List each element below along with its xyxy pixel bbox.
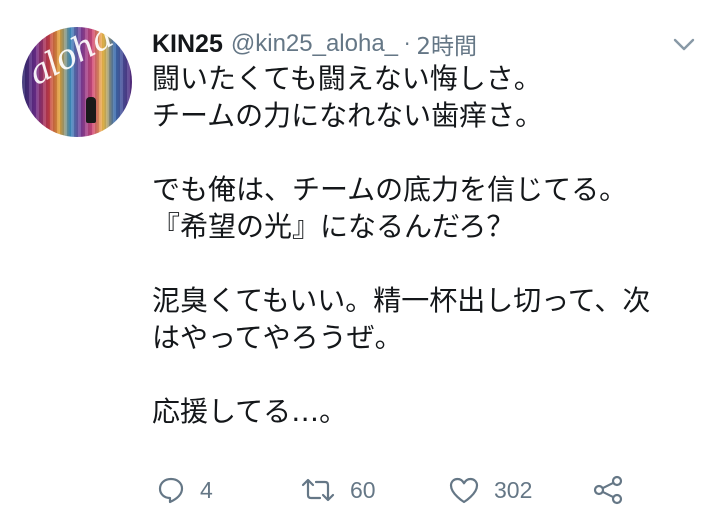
reply-count: 4 <box>200 476 213 503</box>
retweet-icon <box>301 478 335 502</box>
share-icon <box>593 475 623 505</box>
like-button[interactable]: 302 <box>448 470 532 510</box>
heart-icon <box>449 477 479 504</box>
header-separator: · <box>404 32 411 56</box>
avatar[interactable]: aloha <box>22 27 132 137</box>
author-handle[interactable]: @kin25_aloha_ <box>231 30 398 58</box>
tweet-line: 『希望の光』になるんだろ？ <box>152 210 515 243</box>
author-name[interactable]: KIN25 <box>152 30 223 59</box>
chevron-down-icon <box>673 38 695 51</box>
tweet-line: 闘いたくても闘えない悔しさ。 <box>152 62 542 95</box>
tweet-menu-button[interactable] <box>672 36 696 54</box>
share-button[interactable] <box>592 470 624 510</box>
retweet-count: 60 <box>350 476 376 503</box>
tweet-line: はやってやろうぜ。 <box>152 321 403 354</box>
reply-button[interactable]: 4 <box>156 470 213 510</box>
avatar-figure <box>86 97 96 123</box>
tweet[interactable]: aloha KIN25 @kin25_aloha_ · 2時間 闘いたくても闘え… <box>0 0 720 523</box>
tweet-line: チームの力になれない歯痒さ。 <box>152 99 544 132</box>
tweet-line: 泥臭くてもいい。精一杯出し切って、次 <box>152 284 651 317</box>
tweet-actions: 4 60 302 <box>152 470 652 510</box>
like-count: 302 <box>494 476 533 503</box>
retweet-button[interactable]: 60 <box>300 470 376 510</box>
tweet-text: 闘いたくても闘えない悔しさ。 チームの力になれない歯痒さ。 でも俺は、チームの底… <box>152 60 708 430</box>
reply-icon <box>158 477 184 504</box>
tweet-header: KIN25 @kin25_aloha_ · 2時間 <box>152 27 477 61</box>
tweet-timestamp[interactable]: 2時間 <box>416 27 477 61</box>
tweet-line: でも俺は、チームの底力を信じてる。 <box>152 173 628 206</box>
tweet-line: 応援してる…。 <box>152 395 348 428</box>
